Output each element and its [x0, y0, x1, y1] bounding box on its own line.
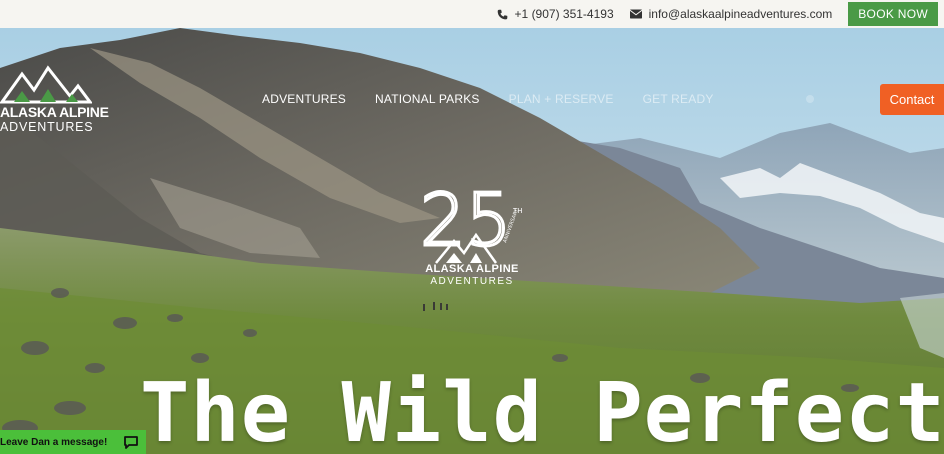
logo-mountains-icon [0, 65, 92, 104]
anniversary-badge: 25 TH ANNIVERSARY ALASKA ALPINE ADVENTUR… [418, 183, 528, 301]
search-icon[interactable] [806, 95, 814, 103]
contact-button[interactable]: Contact [880, 84, 944, 115]
hero-headline: The Wild Perfect [140, 366, 944, 454]
nav-item-get-ready[interactable]: GET READY [643, 92, 714, 106]
nav-item-plan-reserve[interactable]: PLAN + RESERVE [509, 92, 614, 106]
top-utility-bar: +1 (907) 351-4193 info@alaskaalpineadven… [0, 0, 944, 28]
nav-item-national-parks[interactable]: NATIONAL PARKS [375, 92, 480, 106]
email-link[interactable]: info@alaskaalpineadventures.com [629, 7, 833, 21]
phone-icon [497, 9, 507, 19]
site-logo[interactable]: ALASKA ALPINE ADVENTURES [0, 64, 109, 134]
phone-number[interactable]: +1 (907) 351-4193 [515, 7, 614, 21]
nav-item-adventures[interactable]: ADVENTURES [262, 92, 346, 106]
book-now-button[interactable]: BOOK NOW [848, 2, 938, 26]
envelope-icon [629, 9, 642, 19]
main-nav: ADVENTURES NATIONAL PARKS PLAN + RESERVE… [262, 92, 743, 106]
logo-line-1: ALASKA ALPINE [0, 104, 109, 120]
badge-title: ALASKA ALPINE [425, 263, 519, 275]
chat-bubble-icon [124, 435, 138, 449]
chat-label: Leave Dan a message! [0, 436, 108, 448]
chat-widget[interactable]: Leave Dan a message! [0, 430, 146, 454]
phone-link[interactable]: +1 (907) 351-4193 [497, 7, 614, 21]
anniversary-25-icon: 25 TH ANNIVERSARY [419, 183, 523, 264]
logo-line-2: ADVENTURES [0, 120, 94, 134]
hero-section: ALASKA ALPINE ADVENTURES ADVENTURES NATI… [0, 28, 944, 454]
badge-subtitle: ADVENTURES [430, 276, 514, 287]
email-address[interactable]: info@alaskaalpineadventures.com [649, 7, 833, 21]
